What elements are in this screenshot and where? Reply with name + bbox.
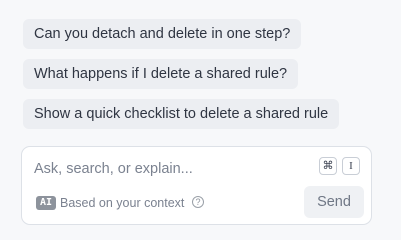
help-icon[interactable]: ? [192, 196, 204, 208]
ai-badge: AI [36, 196, 57, 210]
suggestion-chip[interactable]: What happens if I delete a shared rule? [23, 59, 299, 89]
context-label: Based on your context [60, 196, 185, 210]
chat-composer: ⌘ I AI Based on your context ? Send [21, 146, 372, 225]
command-key-icon: ⌘ [319, 157, 337, 175]
suggestion-chip[interactable]: Show a quick checklist to delete a share… [23, 99, 340, 129]
i-key-icon: I [342, 157, 360, 175]
suggestion-chip[interactable]: Can you detach and delete in one step? [23, 19, 302, 49]
ask-input[interactable] [34, 159, 294, 179]
send-button[interactable]: Send [304, 186, 364, 218]
